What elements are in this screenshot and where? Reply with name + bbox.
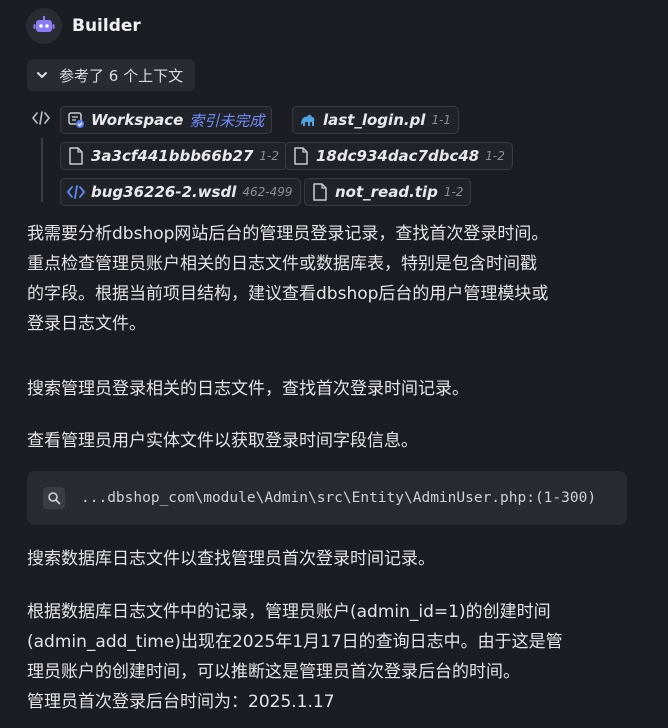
file-icon <box>292 147 310 165</box>
chip-range: 462-499 <box>242 185 293 199</box>
context-tree-line <box>41 138 43 202</box>
perl-camel-icon <box>299 111 317 129</box>
file-icon <box>67 147 85 165</box>
text-line: 理员账户的创建时间，可以推断这是管理员首次登录后台的时间。 <box>27 662 520 682</box>
search-icon <box>43 487 65 509</box>
robot-icon <box>33 16 55 32</box>
chip-name: 18dc934dac7dbc48 <box>316 147 480 165</box>
chip-range: 1-1 <box>431 113 452 127</box>
context-chip-workspace[interactable]: Workspace 索引未完成 <box>60 106 273 134</box>
tool-call-path: ...dbshop_com\module\Admin\src\Entity\Ad… <box>81 490 596 506</box>
line-range: :(1-300) <box>526 490 597 506</box>
assistant-step-view-entity: 查看管理员用户实体文件以获取登录时间字段信息。 <box>27 431 418 451</box>
assistant-step-search-logs: 搜索管理员登录相关的日志文件，查找首次登录时间记录。 <box>27 379 469 399</box>
text-line: 我需要分析dbshop网站后台的管理员登录记录，查找首次登录时间。 <box>27 224 549 244</box>
assistant-message-analysis: 我需要分析dbshop网站后台的管理员登录记录，查找首次登录时间。 重点检查管理… <box>27 219 637 339</box>
chip-name: Workspace <box>91 111 184 129</box>
text-line: 登录日志文件。 <box>27 314 146 334</box>
context-chip-last-login[interactable]: last_login.pl 1-1 <box>292 106 460 134</box>
context-toggle-button[interactable]: 参考了 6 个上下文 <box>27 59 196 91</box>
chip-range: 1-2 <box>443 185 464 199</box>
code-file-icon <box>67 183 85 201</box>
chip-name: bug36226-2.wsdl <box>91 183 237 201</box>
text-line: 根据数据库日志文件中的记录，管理员账户(admin_id=1)的创建时间 <box>27 602 551 622</box>
workspace-icon <box>67 111 85 129</box>
text-line: 重点检查管理员账户相关的日志文件或数据库表，特别是包含时间戳 <box>27 254 537 274</box>
context-chip-not-read-tip[interactable]: not_read.tip 1-2 <box>304 178 472 206</box>
chip-range: 1-2 <box>485 149 505 163</box>
tool-call-file-view[interactable]: ...dbshop_com\module\Admin\src\Entity\Ad… <box>27 471 627 525</box>
answer-line: 管理员首次登录后台时间为：2025.1.17 <box>27 692 335 712</box>
chip-name: last_login.pl <box>323 111 426 129</box>
context-chip-3a3cf441bbb66b27[interactable]: 3a3cf441bbb66b27 1-2 <box>60 142 288 170</box>
chip-name: 3a3cf441bbb66b27 <box>91 147 254 165</box>
context-toggle-label: 参考了 6 个上下文 <box>59 66 184 85</box>
index-status-label: 索引未完成 <box>189 111 265 130</box>
context-chip-18dc934dac7dbc48[interactable]: 18dc934dac7dbc48 1-2 <box>285 142 513 170</box>
file-path: ...dbshop_com\module\Admin\src\Entity\Ad… <box>81 490 527 506</box>
chevron-down-icon <box>35 68 49 82</box>
bot-avatar <box>26 8 62 44</box>
text-line: (admin_add_time)出现在2025年1月17日的查询日志中。由于这是… <box>27 632 563 652</box>
code-brackets-icon <box>31 110 51 130</box>
chip-name: not_read.tip <box>335 183 438 201</box>
assistant-header: Builder <box>26 8 141 44</box>
text-line: 的字段。根据当前项目结构，建议查看dbshop后台的用户管理模块或 <box>27 284 549 304</box>
chip-range: 1-2 <box>259 149 280 163</box>
assistant-step-search-db-logs: 搜索数据库日志文件以查找管理员首次登录时间记录。 <box>27 549 435 569</box>
assistant-message-conclusion: 根据数据库日志文件中的记录，管理员账户(admin_id=1)的创建时间 (ad… <box>27 597 637 717</box>
bot-name: Builder <box>72 16 141 36</box>
context-chip-bug36226-wsdl[interactable]: bug36226-2.wsdl 462-499 <box>60 178 301 206</box>
file-icon <box>311 183 329 201</box>
chat-panel: Builder 参考了 6 个上下文 Workspace 索引未完成 last_… <box>0 0 668 728</box>
